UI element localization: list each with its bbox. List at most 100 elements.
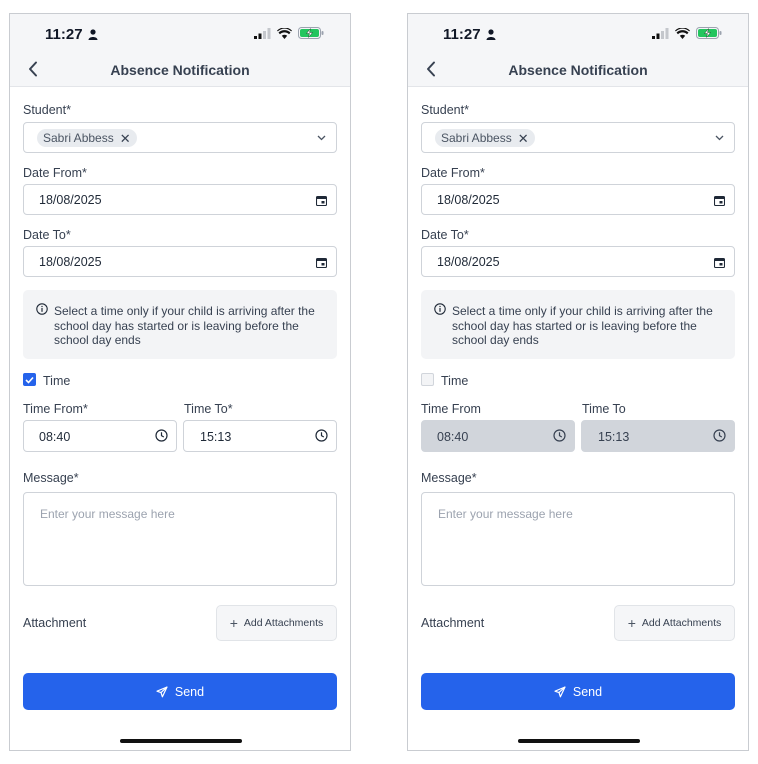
- time-to-input: 15:13: [581, 420, 735, 452]
- date-to-value: 18/08/2025: [437, 255, 500, 269]
- plus-icon: +: [229, 615, 238, 631]
- calendar-icon[interactable]: [314, 193, 328, 207]
- title-bar: Absence Notification: [408, 54, 748, 86]
- add-attachments-button[interactable]: + Add Attachments: [614, 605, 735, 641]
- send-icon: [156, 685, 168, 697]
- person-icon: [88, 29, 98, 40]
- clock-icon: [713, 429, 726, 442]
- info-icon: [36, 303, 48, 315]
- status-bar: 11:27: [10, 14, 350, 54]
- signal-icon: [254, 27, 271, 39]
- time-checkbox-label: Time: [441, 374, 469, 388]
- time-to-label: Time To: [582, 402, 626, 416]
- remove-chip-icon[interactable]: ✕: [518, 132, 529, 145]
- student-chip-label: Sabri Abbess: [43, 131, 114, 145]
- info-icon: [434, 303, 446, 315]
- top-bar: 11:27 Absence Notification: [10, 14, 350, 87]
- time-from-value: 08:40: [39, 430, 71, 444]
- date-to-value: 18/08/2025: [39, 255, 102, 269]
- student-select[interactable]: Sabri Abbess ✕: [421, 122, 735, 153]
- time-info-box: Select a time only if your child is arri…: [23, 290, 337, 359]
- message-placeholder: Enter your message here: [438, 507, 573, 521]
- date-to-label: Date To*: [421, 228, 469, 242]
- student-chip: Sabri Abbess ✕: [435, 129, 535, 147]
- message-placeholder: Enter your message here: [40, 507, 175, 521]
- top-bar: 11:27 Absence Notification: [408, 14, 748, 87]
- attachment-label: Attachment: [23, 616, 87, 630]
- time-from-input: 08:40: [421, 420, 575, 452]
- add-attachments-label: Add Attachments: [243, 617, 324, 629]
- time-from-label: Time From*: [23, 402, 88, 416]
- send-label: Send: [572, 684, 603, 699]
- time-from-input[interactable]: 08:40: [23, 420, 177, 452]
- time-checkbox[interactable]: [23, 373, 36, 386]
- person-icon: [486, 29, 496, 40]
- date-from-label: Date From*: [421, 166, 485, 180]
- add-attachments-button[interactable]: + Add Attachments: [216, 605, 337, 641]
- student-chip: Sabri Abbess ✕: [37, 129, 137, 147]
- time-info-box: Select a time only if your child is arri…: [421, 290, 735, 359]
- home-indicator[interactable]: [518, 739, 640, 743]
- message-label: Message*: [421, 471, 477, 485]
- time-checkbox-label: Time: [43, 374, 71, 388]
- battery-charging-icon: [696, 27, 722, 39]
- home-indicator[interactable]: [120, 739, 242, 743]
- status-clock: 11:27: [45, 26, 98, 43]
- status-clock: 11:27: [443, 26, 496, 43]
- date-to-input[interactable]: 18/08/2025: [23, 246, 337, 277]
- check-icon: [25, 376, 34, 384]
- time-from-value: 08:40: [437, 430, 469, 444]
- date-from-value: 18/08/2025: [39, 193, 102, 207]
- date-to-input[interactable]: 18/08/2025: [421, 246, 735, 277]
- send-button[interactable]: Send: [23, 673, 337, 710]
- status-bar: 11:27: [408, 14, 748, 54]
- wifi-icon: [277, 27, 292, 39]
- date-from-input[interactable]: 18/08/2025: [421, 184, 735, 215]
- battery-charging-icon: [298, 27, 324, 39]
- attachment-label: Attachment: [421, 616, 485, 630]
- info-text: Select a time only if your child is arri…: [452, 304, 713, 347]
- signal-icon: [652, 27, 669, 39]
- info-text: Select a time only if your child is arri…: [54, 304, 315, 347]
- calendar-icon[interactable]: [314, 255, 328, 269]
- remove-chip-icon[interactable]: ✕: [120, 132, 131, 145]
- date-from-label: Date From*: [23, 166, 87, 180]
- calendar-icon[interactable]: [712, 255, 726, 269]
- time-checkbox[interactable]: [421, 373, 434, 386]
- send-label: Send: [174, 684, 205, 699]
- student-label: Student*: [421, 103, 469, 117]
- status-icons: [254, 27, 324, 39]
- status-icons: [652, 27, 722, 39]
- add-attachments-label: Add Attachments: [641, 617, 722, 629]
- date-from-value: 18/08/2025: [437, 193, 500, 207]
- message-textarea[interactable]: Enter your message here: [23, 492, 337, 586]
- chevron-down-icon[interactable]: [314, 131, 328, 145]
- time-to-label: Time To*: [184, 402, 233, 416]
- phone-screen-time-enabled: 11:27 Absence Notification Student* Sabr…: [9, 13, 351, 751]
- time-to-input[interactable]: 15:13: [183, 420, 337, 452]
- time-to-value: 15:13: [598, 430, 630, 444]
- wifi-icon: [675, 27, 690, 39]
- send-button[interactable]: Send: [421, 673, 735, 710]
- phone-screen-time-disabled: 11:27 Absence Notification Student* Sabr…: [407, 13, 749, 751]
- clock-icon: [553, 429, 566, 442]
- calendar-icon[interactable]: [712, 193, 726, 207]
- title-bar: Absence Notification: [10, 54, 350, 86]
- status-time: 11:27: [45, 26, 83, 43]
- student-chip-label: Sabri Abbess: [441, 131, 512, 145]
- clock-icon[interactable]: [315, 429, 328, 442]
- date-from-input[interactable]: 18/08/2025: [23, 184, 337, 215]
- send-icon: [554, 685, 566, 697]
- page-title: Absence Notification: [110, 62, 250, 78]
- time-from-label: Time From: [421, 402, 481, 416]
- page-title: Absence Notification: [508, 62, 648, 78]
- message-textarea[interactable]: Enter your message here: [421, 492, 735, 586]
- status-time: 11:27: [443, 26, 481, 43]
- student-select[interactable]: Sabri Abbess ✕: [23, 122, 337, 153]
- message-label: Message*: [23, 471, 79, 485]
- time-to-value: 15:13: [200, 430, 232, 444]
- plus-icon: +: [627, 615, 636, 631]
- student-label: Student*: [23, 103, 71, 117]
- clock-icon[interactable]: [155, 429, 168, 442]
- chevron-down-icon[interactable]: [712, 131, 726, 145]
